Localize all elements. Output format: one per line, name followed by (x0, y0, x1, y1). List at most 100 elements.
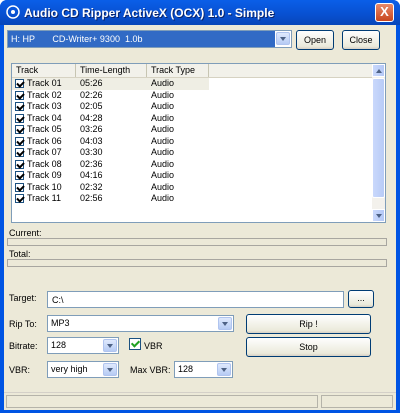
table-row[interactable]: Track 06 04:03 Audio (12, 136, 372, 148)
column-header-track-type[interactable]: Track Type (147, 64, 209, 77)
vbr-checkbox-label[interactable]: VBR (144, 341, 163, 351)
bitrate-select-value: 128 (51, 340, 67, 350)
format-select[interactable]: MP3 (47, 315, 234, 332)
rip-to-label: Rip To: (9, 319, 37, 329)
drive-select-value: H: HP CD-Writer+ 9300 1.0b (8, 31, 275, 47)
bitrate-label: Bitrate: (9, 341, 38, 351)
track-time-cell: 05:26 (80, 78, 103, 88)
track-checkbox[interactable] (15, 113, 24, 123)
target-label: Target: (9, 293, 37, 303)
rip-button[interactable]: Rip ! (246, 314, 371, 334)
track-type-cell: Audio (151, 78, 175, 88)
track-checkbox[interactable] (15, 159, 24, 169)
status-bar (4, 392, 396, 410)
stop-button-label: Stop (299, 342, 318, 352)
column-header-track[interactable]: Track (12, 64, 76, 77)
current-label: Current: (9, 228, 42, 238)
track-time-cell: 02:32 (80, 181, 103, 192)
chevron-down-icon[interactable] (103, 363, 117, 376)
track-type-cell: Audio (151, 193, 175, 203)
status-pane-secondary (321, 395, 393, 408)
table-row[interactable]: Track 10 02:32 Audio (12, 182, 372, 194)
table-row[interactable]: Track 03 02:05 Audio (12, 101, 372, 113)
chevron-down-icon[interactable] (217, 363, 231, 376)
track-type-cell: Audio (151, 135, 175, 146)
column-header-time-length[interactable]: Time-Length (76, 64, 147, 77)
title-bar[interactable]: Audio CD Ripper ActiveX (OCX) 1.0 - Simp… (0, 0, 400, 25)
dialog-client-area: H: HP CD-Writer+ 9300 1.0b Open Close Tr… (4, 25, 396, 410)
track-checkbox[interactable] (15, 148, 24, 157)
scroll-down-icon[interactable] (372, 209, 385, 222)
track-type-cell: Audio (151, 101, 175, 111)
track-time-cell: 02:36 (80, 158, 103, 169)
scroll-thumb[interactable] (372, 78, 385, 198)
track-rows: Track 01 05:26 Audio Track 02 02:26 Audio Trac… (12, 78, 372, 205)
rip-button-label: Rip ! (299, 319, 318, 329)
vbr-quality-select[interactable]: very high (47, 361, 119, 378)
table-row[interactable]: Track 01 05:26 Audio (12, 78, 372, 90)
track-time-cell: 02:26 (80, 89, 103, 100)
track-time-cell: 04:28 (80, 112, 103, 123)
track-name-cell: Track 10 (27, 181, 62, 192)
table-row[interactable]: Track 04 04:28 Audio (12, 113, 372, 125)
table-row[interactable]: Track 05 03:26 Audio (12, 124, 372, 136)
track-name-cell: Track 09 (27, 170, 62, 180)
open-button[interactable]: Open (296, 30, 334, 50)
track-name-cell: Track 01 (27, 78, 62, 88)
chevron-down-icon[interactable] (276, 32, 290, 45)
track-time-cell: 04:16 (80, 170, 103, 180)
track-name-cell: Track 07 (27, 147, 62, 157)
target-path-input[interactable]: C:\ (47, 291, 344, 308)
track-name-cell: Track 03 (27, 101, 62, 111)
track-list[interactable]: Track Time-Length Track Type Track 01 05:… (11, 63, 386, 223)
close-button-label: Close (349, 35, 373, 45)
browse-button-label: ... (357, 293, 365, 303)
table-row[interactable]: Track 08 02:36 Audio (12, 159, 372, 171)
track-type-cell: Audio (151, 89, 175, 100)
track-list-scrollbar[interactable] (372, 64, 385, 222)
track-checkbox[interactable] (15, 90, 24, 100)
scroll-up-icon[interactable] (372, 64, 385, 77)
track-type-cell: Audio (151, 147, 175, 157)
track-name-cell: Track 06 (27, 135, 62, 146)
track-name-cell: Track 02 (27, 89, 62, 100)
total-progress-bar (7, 259, 387, 267)
total-label: Total: (9, 249, 31, 259)
max-vbr-label: Max VBR: (130, 365, 171, 375)
table-row[interactable]: Track 02 02:26 Audio (12, 90, 372, 102)
track-checkbox[interactable] (15, 136, 24, 146)
window-title: Audio CD Ripper ActiveX (OCX) 1.0 - Simp… (24, 6, 275, 20)
table-row[interactable]: Track 09 04:16 Audio (12, 170, 372, 182)
track-checkbox[interactable] (15, 194, 24, 203)
target-path-value: C:\ (52, 295, 64, 305)
drive-select[interactable]: H: HP CD-Writer+ 9300 1.0b (7, 30, 292, 48)
track-checkbox[interactable] (15, 102, 24, 111)
stop-button[interactable]: Stop (246, 337, 371, 357)
track-name-cell: Track 04 (27, 112, 62, 123)
close-icon: X (380, 4, 389, 19)
app-window: Audio CD Ripper ActiveX (OCX) 1.0 - Simp… (0, 0, 400, 413)
track-checkbox[interactable] (15, 171, 24, 180)
track-checkbox[interactable] (15, 125, 24, 134)
bitrate-select[interactable]: 128 (47, 337, 119, 354)
track-checkbox[interactable] (15, 79, 24, 88)
close-window-button[interactable]: X (375, 3, 394, 22)
chevron-down-icon[interactable] (103, 339, 117, 352)
vbr-checkbox[interactable] (129, 338, 141, 350)
track-type-cell: Audio (151, 158, 175, 169)
track-checkbox[interactable] (15, 182, 24, 192)
format-select-value: MP3 (51, 318, 70, 328)
current-progress-bar (7, 238, 387, 246)
table-row[interactable]: Track 11 02:56 Audio (12, 193, 372, 205)
track-type-cell: Audio (151, 181, 175, 192)
track-time-cell: 02:05 (80, 101, 103, 111)
track-name-cell: Track 11 (27, 193, 62, 203)
table-row[interactable]: Track 07 03:30 Audio (12, 147, 372, 159)
chevron-down-icon[interactable] (218, 317, 232, 330)
track-time-cell: 02:56 (80, 193, 103, 203)
browse-button[interactable]: ... (348, 290, 374, 308)
max-vbr-select[interactable]: 128 (174, 361, 233, 378)
status-pane-main (6, 395, 318, 408)
track-time-cell: 03:30 (80, 147, 103, 157)
close-drive-button[interactable]: Close (342, 30, 380, 50)
